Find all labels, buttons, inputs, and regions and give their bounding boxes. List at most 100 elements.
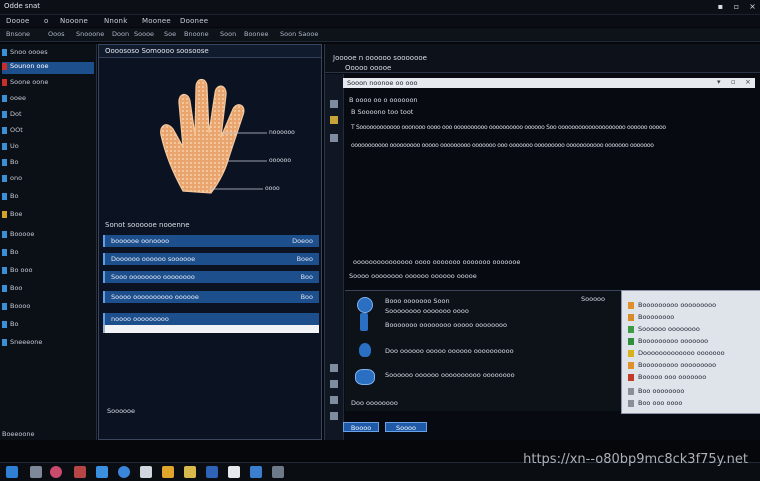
tool-icon[interactable] <box>330 100 338 108</box>
maximize-icon[interactable]: ▫ <box>732 2 741 11</box>
app-icon[interactable] <box>50 466 62 478</box>
right-toolbar[interactable]: Sooon noonoe oo ooo <box>343 78 755 88</box>
tool-7[interactable]: Bnoone <box>184 30 209 38</box>
app-icon[interactable] <box>184 466 196 478</box>
list-row[interactable]: Doooooo oooooo soooooe Boeo <box>103 253 319 265</box>
app-icon[interactable] <box>74 466 86 478</box>
legend-row[interactable]: Dooooooooooooo ooooooo <box>628 349 756 361</box>
legend-row[interactable]: Boooooooo <box>628 313 756 325</box>
app-icon[interactable] <box>118 466 130 478</box>
app-icon[interactable] <box>162 466 174 478</box>
sidebar-item[interactable]: Snoo oooes <box>2 48 94 60</box>
sidebar-item[interactable]: Bo <box>2 248 94 260</box>
sidebar-item[interactable]: Bo <box>2 158 94 170</box>
menu-item-6[interactable]: Doonee <box>180 17 208 25</box>
sidebar-item[interactable]: OOt <box>2 126 94 138</box>
sidebar-item[interactable]: Sounon ooe <box>2 62 94 74</box>
legend-text: Boooooooo <box>638 313 675 321</box>
tool-10[interactable]: Soon Saooe <box>280 30 318 38</box>
restore-icon[interactable]: ▫ <box>731 78 736 86</box>
sidebar-item[interactable]: Boooo <box>2 302 94 314</box>
tool-icon[interactable] <box>330 396 338 404</box>
tool-icon[interactable] <box>330 380 338 388</box>
legend-row[interactable]: Booooooooo ooooooooo <box>628 301 756 313</box>
list-row[interactable]: noooo ooooooooo <box>103 313 319 325</box>
chevron-down-icon[interactable]: ▾ <box>717 78 721 86</box>
tool-6[interactable]: Soe <box>164 30 176 38</box>
sidebar-item[interactable]: ooee <box>2 94 94 106</box>
sidebar-item[interactable]: Uo <box>2 142 94 154</box>
sidebar-item[interactable]: ono <box>2 174 94 186</box>
sidebar-item-label: Bo <box>10 248 19 256</box>
app-icon[interactable] <box>140 466 152 478</box>
app-icon[interactable] <box>30 466 42 478</box>
sidebar-item[interactable]: Soone oone <box>2 78 94 90</box>
sidebar-item[interactable]: Booooe <box>2 230 94 242</box>
app-icon[interactable] <box>228 466 240 478</box>
legend-text: Booooo ooo ooooooo <box>638 373 707 381</box>
list-row[interactable]: Sooo oooooooo oooooooo Boo <box>103 271 319 283</box>
sidebar-item[interactable]: Bo ooo <box>2 266 94 278</box>
tool-icon[interactable] <box>330 412 338 420</box>
tool-2[interactable]: Ooos <box>48 30 64 38</box>
sidebar-item[interactable]: Dot <box>2 110 94 122</box>
legend-row[interactable]: Boo ooo oooo <box>628 399 756 411</box>
center-footer: Soooooe <box>107 407 136 415</box>
legend-row[interactable]: Soooooo oooooooo <box>628 325 756 337</box>
folder-icon <box>2 62 7 70</box>
legend-text: Soooooo oooooooo <box>638 325 700 333</box>
legend-row[interactable]: Booooooooo ooooooooo <box>628 361 756 373</box>
tool-4[interactable]: Doon <box>112 30 129 38</box>
list-row[interactable]: Soooo oooooooooo oooooe Boo <box>103 291 319 303</box>
legend-row[interactable]: Booooo ooo ooooooo <box>628 373 756 385</box>
primary-button[interactable]: Boooo <box>343 422 379 432</box>
color-swatch-icon <box>628 373 634 381</box>
start-icon[interactable] <box>6 466 18 478</box>
color-swatch-icon <box>628 349 634 357</box>
app-icon[interactable] <box>250 466 262 478</box>
sidebar-item-label: Boo <box>10 284 23 292</box>
folder-icon <box>2 192 7 200</box>
tool-icon[interactable] <box>330 116 338 124</box>
menu-item-2[interactable]: o <box>44 17 48 25</box>
app-icon[interactable] <box>272 466 284 478</box>
row-label: noooo ooooooooo <box>111 315 169 323</box>
row-label: Soooo oooooooooo oooooe <box>111 293 199 301</box>
minimize-icon[interactable]: ▪ <box>716 2 725 11</box>
secondary-button[interactable]: Soooo <box>385 422 427 432</box>
tool-3[interactable]: Snooone <box>76 30 104 38</box>
tool-5[interactable]: Soooe <box>134 30 154 38</box>
callout-label: oooo <box>265 185 280 192</box>
tool-icon[interactable] <box>330 134 338 142</box>
menu-item-4[interactable]: Nnonk <box>104 17 127 25</box>
info-right-label: Sooooo <box>581 295 606 303</box>
info-line: Booooooo oooooooo ooooo oooooooo <box>385 321 508 329</box>
tool-icon[interactable] <box>330 364 338 372</box>
close-icon[interactable]: × <box>748 2 757 11</box>
list-row-selected[interactable] <box>103 325 319 333</box>
app-icon[interactable] <box>96 466 108 478</box>
folder-icon <box>2 48 7 56</box>
folder-icon <box>2 210 7 218</box>
row-value: Doeoo <box>292 237 313 245</box>
legend-row[interactable]: Booooooooo ooooooo <box>628 337 756 349</box>
close-icon[interactable]: × <box>745 78 751 86</box>
info-footer: Doo oooooooo <box>351 399 398 407</box>
legend-row[interactable]: Boo oooooooo <box>628 387 756 399</box>
menu-item-1[interactable]: Doooe <box>6 17 30 25</box>
sidebar-item[interactable]: Sneeeone <box>2 338 94 350</box>
sidebar-item[interactable]: Boe <box>2 210 94 222</box>
callout-label: noooooo <box>269 129 295 136</box>
tool-8[interactable]: Soon <box>220 30 236 38</box>
list-row[interactable]: boooooe oonoooo Doeoo <box>103 235 319 247</box>
legend-text: Boo oooooooo <box>638 387 685 395</box>
tool-9[interactable]: Boonee <box>244 30 269 38</box>
sidebar-item[interactable]: Boo <box>2 284 94 296</box>
menu-item-3[interactable]: Nooone <box>60 17 88 25</box>
sidebar-item[interactable]: Bo <box>2 192 94 204</box>
app-icon[interactable] <box>206 466 218 478</box>
menu-item-5[interactable]: Moonee <box>142 17 171 25</box>
tool-1[interactable]: Bnsone <box>6 30 30 38</box>
color-swatch-icon <box>628 325 634 333</box>
sidebar-item[interactable]: Bo <box>2 320 94 332</box>
